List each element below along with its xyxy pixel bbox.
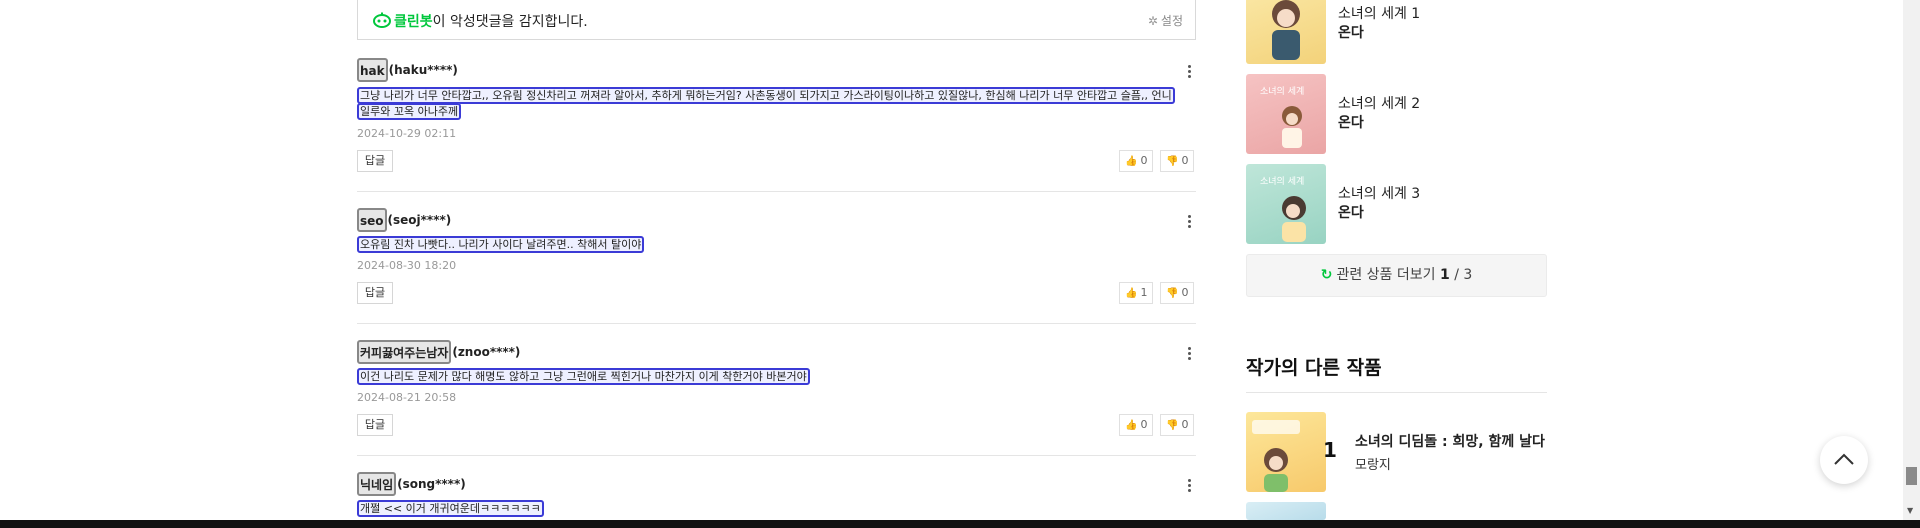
- comment-body: 오유림 진차 나빳다.. 나리가 사이다 날려주면.. 착해서 탈이야: [357, 236, 1177, 253]
- comment-item: 커피끓여주는남자 (znoo****) 이건 나리도 문제가 많다 해명도 않하고…: [357, 340, 1196, 440]
- comment-item: 닉네임 (song****) 개쩔 << 이거 개귀여운데ㅋㅋㅋㅋㅋㅋ: [357, 472, 1196, 520]
- thumbs-up-icon: 👍: [1125, 420, 1138, 431]
- comment-author: seo (seoj****): [357, 208, 451, 236]
- book-cover[interactable]: [1246, 412, 1326, 492]
- more-related-current: 1: [1439, 267, 1450, 283]
- settings-label: 설정: [1160, 14, 1183, 28]
- clean-bot-text: 이 악성댓글을 감지합니다.: [432, 14, 588, 30]
- clean-bot-settings-button[interactable]: ✲ 설정: [1148, 12, 1183, 29]
- gear-icon: ✲: [1147, 14, 1158, 28]
- thumbs-down-icon: 👎: [1166, 156, 1179, 167]
- other-work-author[interactable]: 모랑지: [1355, 454, 1391, 473]
- more-vertical-icon[interactable]: [1182, 63, 1196, 81]
- comment-date: 2024-08-21 20:58: [357, 391, 457, 404]
- book-cover-illustration: 소녀의 세계: [1260, 175, 1306, 242]
- comment-body: 이건 나리도 문제가 많다 해명도 않하고 그냥 그런애로 찍힌거나 마찬가지 …: [357, 368, 1177, 385]
- book-cover-illustration: [1272, 0, 1300, 60]
- dislike-count: 0: [1181, 418, 1189, 431]
- comment-text: 그냥 나리가 너무 안타깝고,, 오유림 정신차리고 꺼져라 알아서, 추하게 …: [357, 87, 1175, 120]
- comment-body: 그냥 나리가 너무 안타깝고,, 오유림 정신차리고 꺼져라 알아서, 추하게 …: [357, 87, 1177, 120]
- rank-number: 1: [1323, 438, 1337, 462]
- book-title[interactable]: 소녀의 세계 1: [1338, 3, 1420, 23]
- dislike-button[interactable]: 👎 0: [1160, 414, 1195, 436]
- clean-bot-notice: 클린봇이 악성댓글을 감지합니다. ✲ 설정: [357, 0, 1196, 40]
- robot-icon: [373, 12, 391, 28]
- nickname[interactable]: 닉네임: [357, 472, 397, 496]
- comment-divider: [357, 455, 1196, 456]
- more-vertical-icon[interactable]: [1182, 213, 1196, 231]
- scroll-down-arrow-icon[interactable]: ▼: [1907, 506, 1913, 515]
- comment-author: 닉네임 (song****): [357, 472, 466, 500]
- svg-text:소녀의 세계: 소녀의 세계: [1260, 85, 1304, 97]
- book-author[interactable]: 온다: [1338, 112, 1364, 132]
- svg-text:소녀의 세계: 소녀의 세계: [1260, 175, 1304, 187]
- user-id: (seoj****): [387, 213, 452, 227]
- user-id: (haku****): [388, 63, 458, 77]
- user-id: (znoo****): [452, 345, 521, 359]
- reply-button[interactable]: 답글: [357, 414, 393, 436]
- other-works-title: 작가의 다른 작품: [1246, 357, 1382, 379]
- comment-author: 커피끓여주는남자 (znoo****): [357, 340, 520, 368]
- comment-item: seo (seoj****) 오유림 진차 나빳다.. 나리가 사이다 날려주면.…: [357, 208, 1196, 308]
- clean-bot-name: 클린봇: [394, 14, 433, 30]
- more-vertical-icon[interactable]: [1182, 345, 1196, 363]
- clean-bot-message: 클린봇이 악성댓글을 감지합니다.: [394, 11, 588, 31]
- scrollbar-thumb[interactable]: [1906, 467, 1917, 485]
- book-cover[interactable]: 소녀의 세계: [1246, 164, 1326, 244]
- book-cover[interactable]: [1246, 502, 1326, 520]
- dislike-button[interactable]: 👎 0: [1160, 150, 1195, 172]
- book-title[interactable]: 소녀의 세계 3: [1338, 183, 1420, 203]
- bottom-bar: [0, 520, 1920, 528]
- comment-item: hak (haku****) 그냥 나리가 너무 안타깝고,, 오유림 정신차리고…: [357, 58, 1196, 188]
- book-cover-illustration: 소녀의 세계: [1260, 85, 1304, 148]
- like-button[interactable]: 👍 1: [1119, 282, 1154, 304]
- scrollbar[interactable]: [1903, 0, 1920, 520]
- thumbs-up-icon: 👍: [1125, 156, 1138, 167]
- dislike-count: 0: [1181, 154, 1189, 167]
- like-count: 1: [1140, 286, 1148, 299]
- comment-text: 오유림 진차 나빳다.. 나리가 사이다 날려주면.. 착해서 탈이야: [357, 236, 645, 253]
- comment-divider: [357, 323, 1196, 324]
- book-title[interactable]: 소녀의 세계 2: [1338, 93, 1420, 113]
- refresh-icon: ↻: [1320, 267, 1333, 283]
- comment-author: hak (haku****): [357, 58, 458, 86]
- like-button[interactable]: 👍 0: [1119, 150, 1154, 172]
- thumbs-up-icon: 👍: [1125, 288, 1138, 299]
- user-id: (song****): [397, 477, 466, 491]
- more-vertical-icon[interactable]: [1182, 477, 1196, 495]
- more-related-button[interactable]: ↻ 관련 상품 더보기 1 / 3: [1246, 254, 1547, 297]
- like-button[interactable]: 👍 0: [1119, 414, 1154, 436]
- scroll-top-button[interactable]: [1820, 436, 1868, 484]
- dislike-count: 0: [1181, 286, 1189, 299]
- more-related-label: 관련 상품 더보기: [1336, 267, 1436, 283]
- thumbs-down-icon: 👎: [1166, 420, 1179, 431]
- thumbs-down-icon: 👎: [1166, 288, 1179, 299]
- comment-divider: [357, 191, 1196, 192]
- reply-button[interactable]: 답글: [357, 282, 393, 304]
- dislike-button[interactable]: 👎 0: [1160, 282, 1195, 304]
- book-cover-illustration: [1252, 420, 1300, 492]
- comment-text: 개쩔 << 이거 개귀여운데ㅋㅋㅋㅋㅋㅋ: [357, 500, 544, 517]
- nickname[interactable]: 커피끓여주는남자: [357, 340, 452, 364]
- like-count: 0: [1140, 154, 1148, 167]
- book-author[interactable]: 온다: [1338, 22, 1364, 42]
- nickname[interactable]: hak: [357, 58, 388, 82]
- comment-date: 2024-10-29 02:11: [357, 127, 457, 140]
- reply-button[interactable]: 답글: [357, 150, 393, 172]
- nickname[interactable]: seo: [357, 208, 387, 232]
- chevron-up-icon: [1834, 453, 1854, 465]
- comment-text: 이건 나리도 문제가 많다 해명도 않하고 그냥 그런애로 찍힌거나 마찬가지 …: [357, 368, 810, 385]
- more-related-total: / 3: [1454, 267, 1473, 283]
- book-cover[interactable]: 소녀의 세계: [1246, 74, 1326, 154]
- comment-body: 개쩔 << 이거 개귀여운데ㅋㅋㅋㅋㅋㅋ: [357, 500, 1177, 517]
- like-count: 0: [1140, 418, 1148, 431]
- comment-date: 2024-08-30 18:20: [357, 259, 457, 272]
- book-cover[interactable]: [1246, 0, 1326, 64]
- book-author[interactable]: 온다: [1338, 202, 1364, 222]
- section-divider: [1246, 392, 1547, 393]
- other-work-title[interactable]: 소녀의 디딤돌 : 희망, 함께 날다: [1355, 431, 1545, 451]
